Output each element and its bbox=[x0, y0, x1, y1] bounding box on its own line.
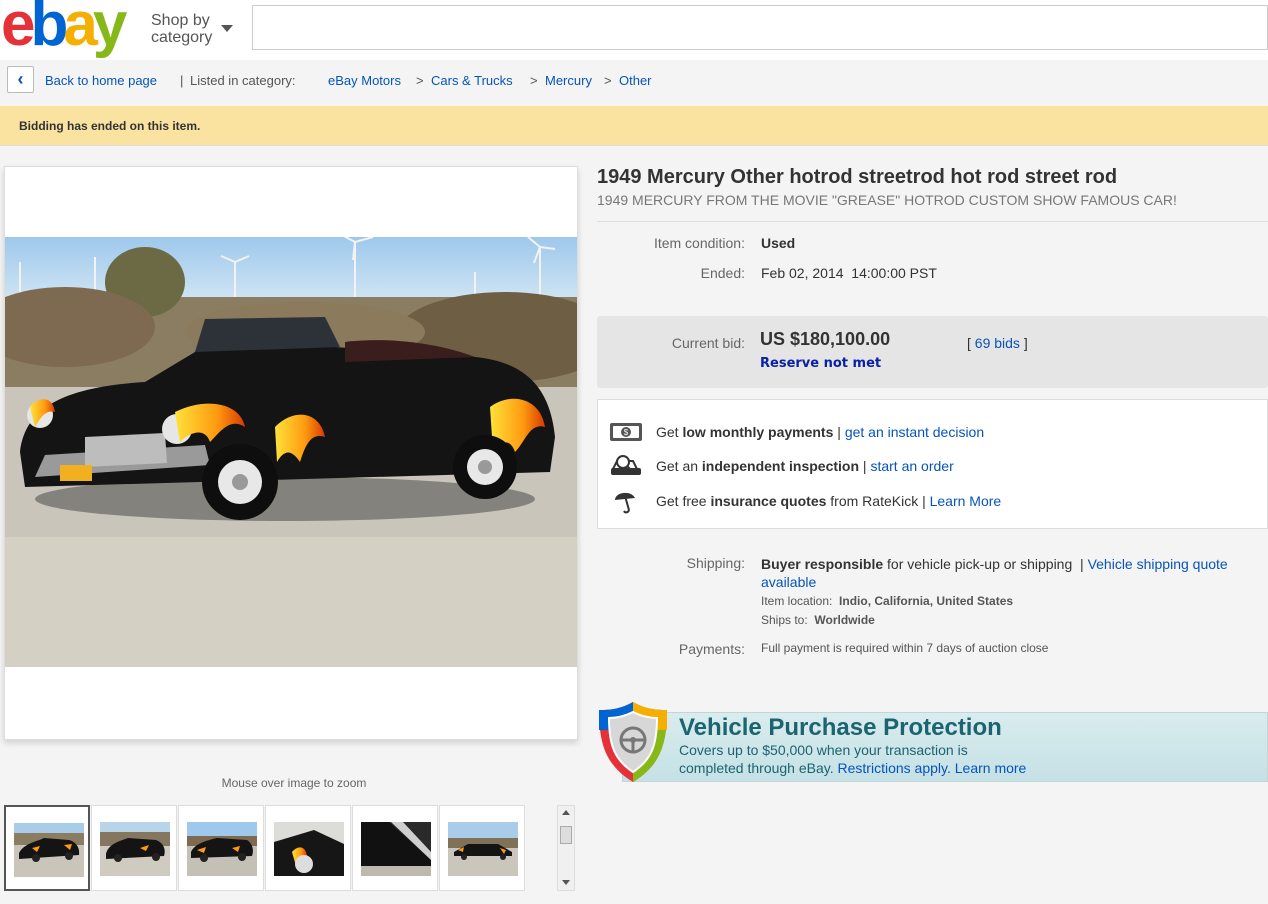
breadcrumb-item-ebay-motors[interactable]: eBay Motors bbox=[328, 73, 401, 88]
offer-text: Get low monthly payments | get an instan… bbox=[656, 424, 984, 440]
bids-open-bracket: [ bbox=[967, 335, 971, 351]
zoom-hint: Mouse over image to zoom bbox=[221, 776, 367, 790]
learn-more-protection-link[interactable]: Learn more bbox=[955, 760, 1027, 776]
ended-label: Ended: bbox=[700, 265, 745, 281]
breadcrumb-item-other[interactable]: Other bbox=[619, 73, 652, 88]
breadcrumb: ‹ Back to home page | Listed in category… bbox=[0, 62, 1268, 102]
divider bbox=[597, 221, 1268, 222]
offer-bold: low monthly payments bbox=[682, 424, 834, 440]
inspection-icon bbox=[611, 455, 641, 475]
scroll-up-icon[interactable] bbox=[562, 810, 570, 815]
shop-by-line1: Shop by bbox=[151, 12, 210, 29]
current-bid-label: Current bid: bbox=[671, 335, 745, 351]
vehicle-shipping-quote-link[interactable]: Vehicle shipping quote bbox=[1088, 556, 1228, 572]
shipping-sep: | bbox=[1080, 556, 1084, 572]
main-image-panel[interactable] bbox=[4, 166, 578, 740]
shipping-responsibility: Buyer responsible bbox=[761, 556, 884, 572]
back-arrow-icon[interactable]: ‹ bbox=[7, 66, 34, 93]
item-location-value: Indio, California, United States bbox=[839, 594, 1014, 608]
bids-close-bracket: ] bbox=[1023, 335, 1028, 351]
chevron-down-icon bbox=[221, 25, 233, 32]
thumbnail-scrollbar[interactable] bbox=[557, 805, 575, 891]
breadcrumb-item-cars-trucks[interactable]: Cars & Trucks bbox=[431, 73, 513, 88]
condition-value: Used bbox=[761, 235, 796, 251]
search-input[interactable] bbox=[252, 5, 1268, 50]
breadcrumb-arrow: > bbox=[530, 73, 538, 88]
scroll-down-icon[interactable] bbox=[562, 880, 570, 885]
breadcrumb-arrow: > bbox=[604, 73, 612, 88]
bid-count: [ 69 bids ] bbox=[967, 335, 1028, 351]
ships-to-value: Worldwide bbox=[814, 613, 875, 627]
offer-sep: from RateKick | bbox=[826, 493, 930, 509]
car-photo[interactable] bbox=[5, 237, 577, 667]
protection-line1: Covers up to $50,000 when your transacti… bbox=[679, 742, 968, 758]
thumbnail-strip bbox=[4, 805, 526, 891]
bidding-ended-banner: Bidding has ended on this item. bbox=[0, 106, 1268, 146]
payments-label: Payments: bbox=[678, 641, 745, 657]
ended-value: Feb 02, 2014 14:00:00 PST bbox=[761, 265, 937, 281]
protection-line2: completed through eBay. Restrictions app… bbox=[679, 760, 1026, 776]
breadcrumb-separator: | bbox=[180, 73, 184, 88]
money-icon: $ bbox=[610, 423, 642, 441]
financing-offers-box: $ Get low monthly payments | get an inst… bbox=[597, 399, 1268, 529]
thumbnail[interactable] bbox=[4, 805, 90, 891]
current-bid-price: US $180,100.00 bbox=[760, 329, 891, 349]
offer-sep: | bbox=[859, 458, 871, 474]
restrictions-apply-link[interactable]: Restrictions apply. bbox=[838, 760, 951, 776]
ships-to: Ships to: Worldwide bbox=[761, 613, 875, 627]
thumbnail[interactable] bbox=[178, 805, 264, 891]
get-instant-decision-link[interactable]: get an instant decision bbox=[845, 424, 984, 440]
ebay-logo[interactable]: ebay bbox=[1, 0, 127, 56]
vehicle-shipping-quote-link-cont[interactable]: available bbox=[761, 574, 816, 590]
thumbnail[interactable] bbox=[265, 805, 351, 891]
bid-history-link[interactable]: 69 bids bbox=[975, 335, 1020, 351]
payments-value: Full payment is required within 7 days o… bbox=[761, 641, 1049, 655]
protection-heading: Vehicle Purchase Protection bbox=[679, 714, 1002, 741]
offer-pre: Get an bbox=[656, 458, 702, 474]
header: ebay Shop by category bbox=[0, 0, 1268, 60]
svg-text:$: $ bbox=[624, 428, 629, 437]
item-location-label: Item location: bbox=[761, 594, 833, 608]
item-location: Item location: Indio, California, United… bbox=[761, 594, 1013, 608]
shipping-value: Buyer responsible for vehicle pick-up or… bbox=[761, 555, 1266, 591]
listed-in-label: Listed in category: bbox=[190, 73, 296, 88]
offer-sep: | bbox=[833, 424, 845, 440]
offer-bold: insurance quotes bbox=[710, 493, 827, 509]
breadcrumb-item-mercury[interactable]: Mercury bbox=[545, 73, 592, 88]
thumbnail[interactable] bbox=[439, 805, 525, 891]
thumbnail[interactable] bbox=[91, 805, 177, 891]
umbrella-icon bbox=[615, 492, 635, 514]
back-to-home-link[interactable]: Back to home page bbox=[45, 73, 157, 88]
listing-subtitle: 1949 MERCURY FROM THE MOVIE "GREASE" HOT… bbox=[597, 192, 1177, 208]
listing-title: 1949 Mercury Other hotrod streetrod hot … bbox=[597, 166, 1118, 188]
ships-to-label: Ships to: bbox=[761, 613, 808, 627]
current-bid-box: Current bid: US $180,100.00 Reserve not … bbox=[597, 316, 1268, 388]
shipping-label: Shipping: bbox=[686, 555, 745, 571]
shield-icon bbox=[599, 702, 667, 782]
learn-more-insurance-link[interactable]: Learn More bbox=[930, 493, 1002, 509]
offer-pre: Get free bbox=[656, 493, 711, 509]
shop-by-category-button[interactable]: Shop by category bbox=[151, 12, 233, 46]
thumbnail[interactable] bbox=[352, 805, 438, 891]
start-an-order-link[interactable]: start an order bbox=[870, 458, 953, 474]
shop-by-line2: category bbox=[151, 29, 213, 46]
offer-bold: independent inspection bbox=[701, 458, 860, 474]
vehicle-purchase-protection: Vehicle Purchase Protection Covers up to… bbox=[597, 700, 1268, 784]
reserve-status: Reserve not met bbox=[760, 356, 882, 371]
shipping-text: for vehicle pick-up or shipping bbox=[883, 556, 1073, 572]
condition-label: Item condition: bbox=[653, 235, 745, 251]
offer-text: Get an independent inspection | start an… bbox=[656, 458, 954, 474]
offer-text: Get free insurance quotes from RateKick … bbox=[656, 493, 1001, 509]
offer-pre: Get bbox=[656, 424, 683, 440]
protection-line2-text: completed through eBay. bbox=[679, 760, 838, 776]
breadcrumb-arrow: > bbox=[416, 73, 424, 88]
scrollbar-thumb[interactable] bbox=[560, 826, 572, 844]
